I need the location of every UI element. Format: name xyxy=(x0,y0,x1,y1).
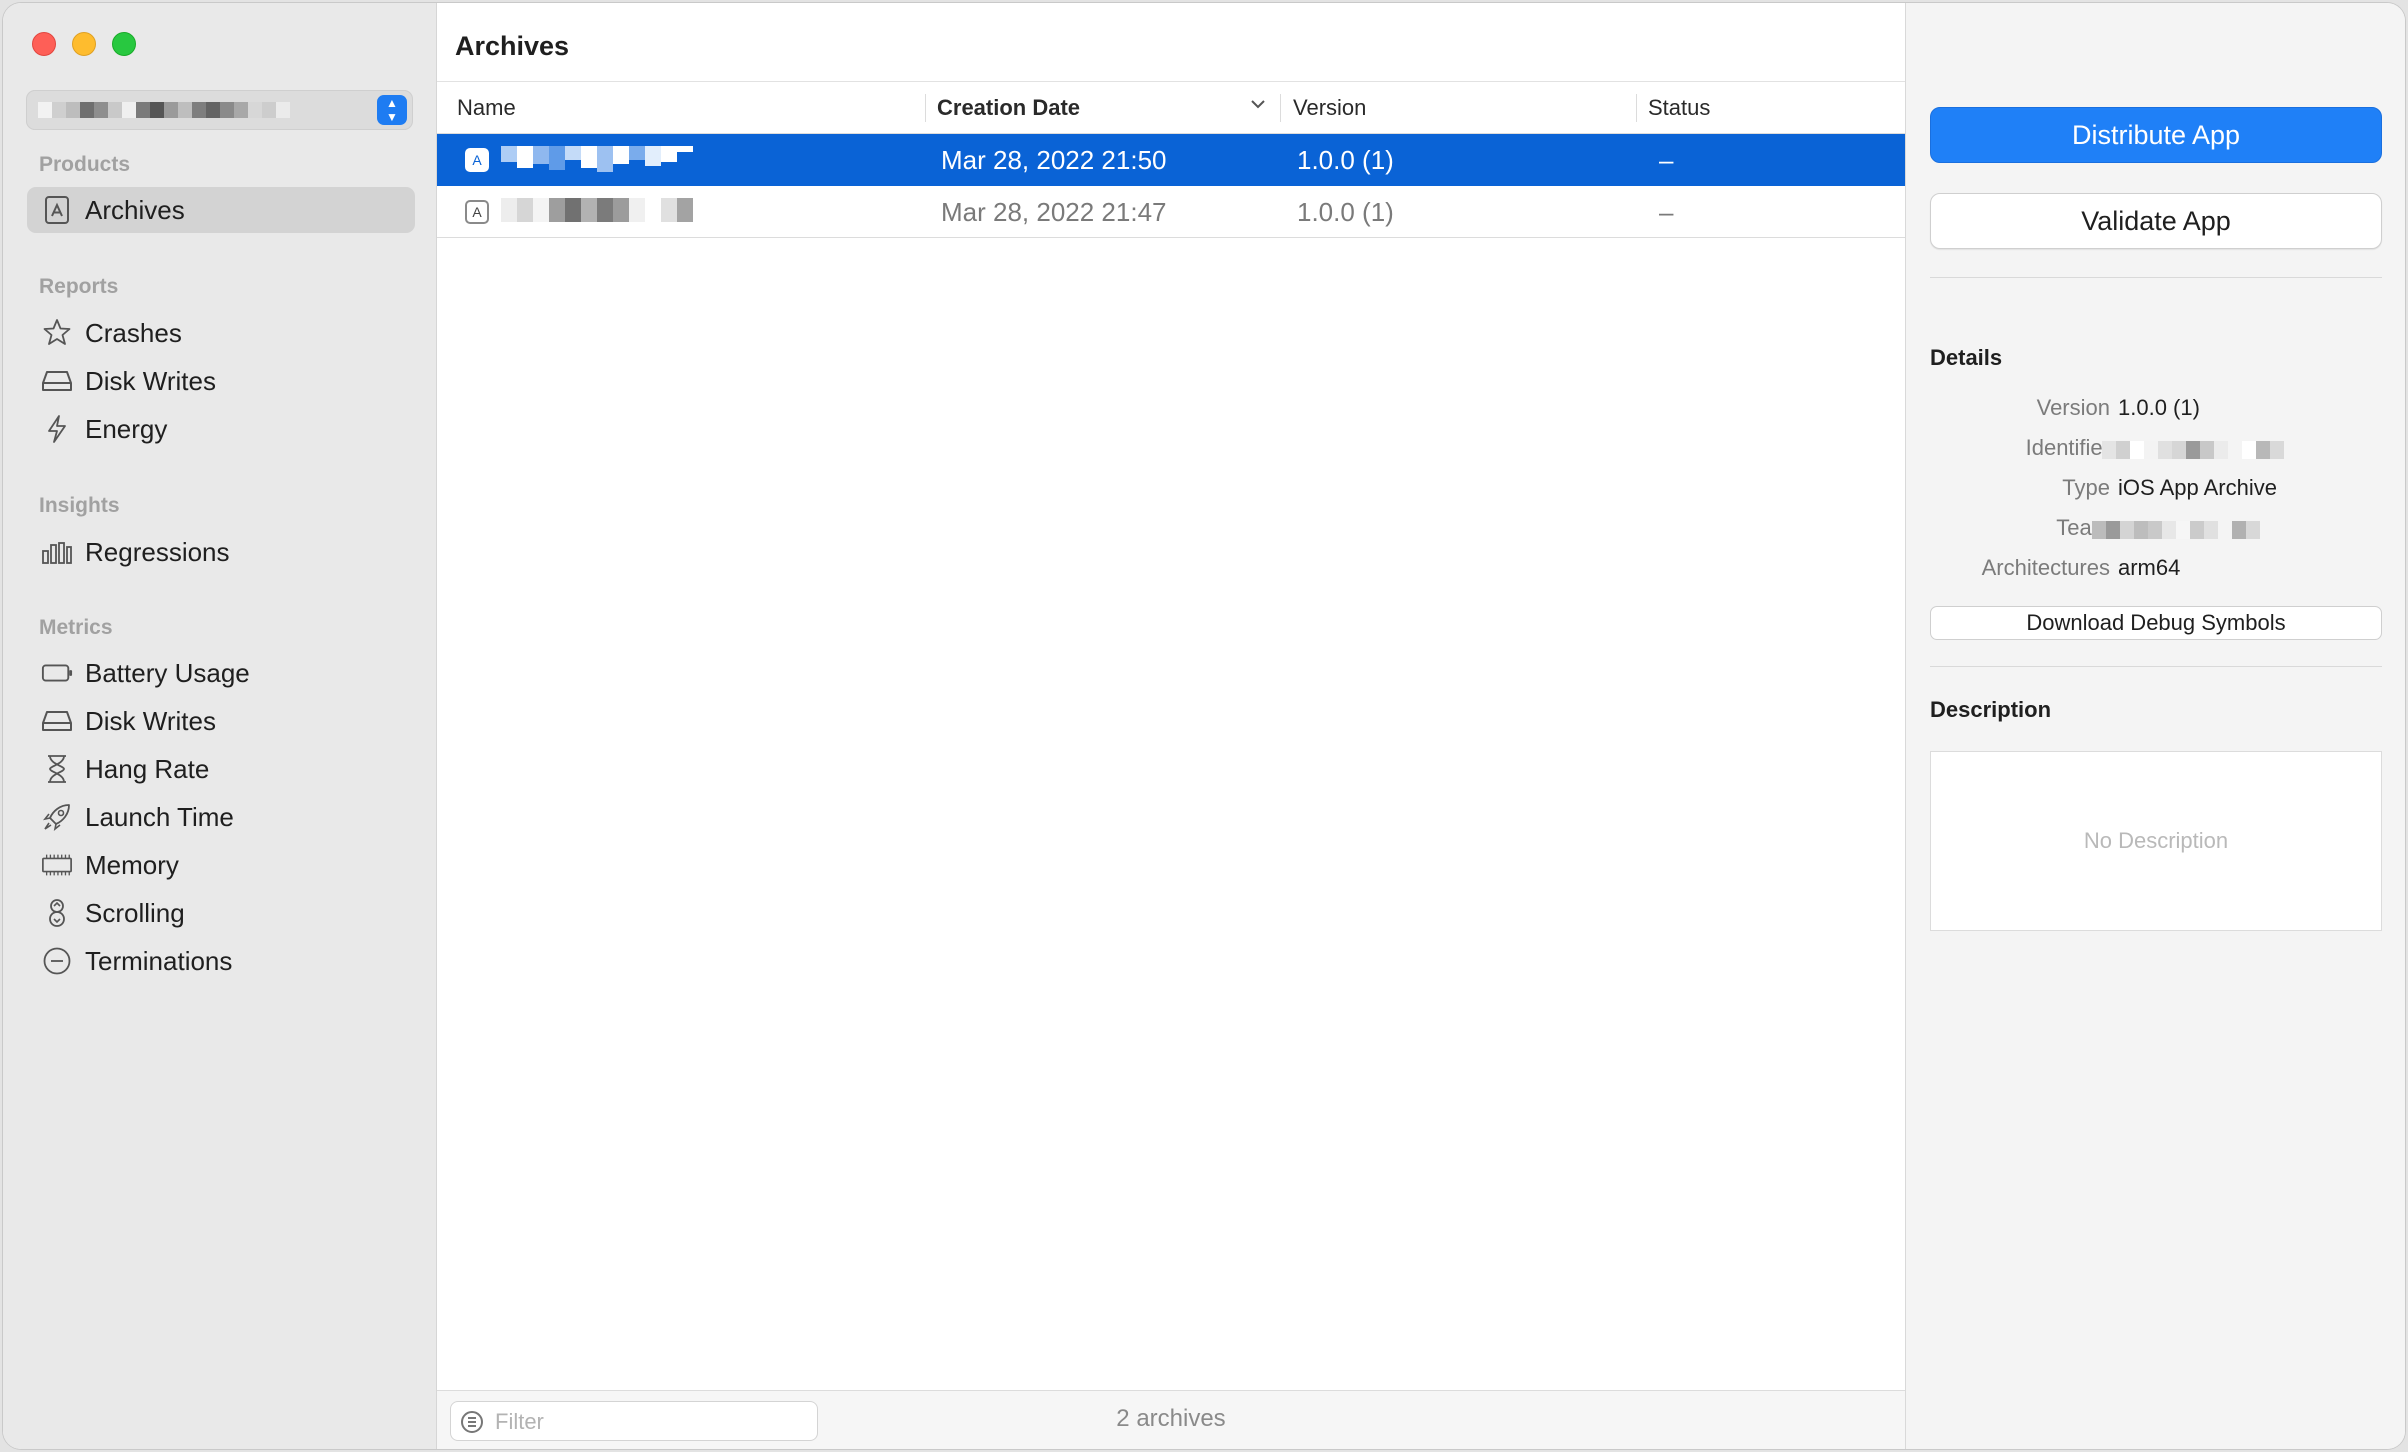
sidebar-item-energy[interactable]: Energy xyxy=(27,406,415,452)
creation-date-cell: Mar 28, 2022 21:50 xyxy=(941,144,1167,175)
detail-version: Version 1.0.0 (1) xyxy=(1906,395,2405,429)
status-cell: – xyxy=(1659,196,1674,227)
sidebar-item-hang-rate[interactable]: Hang Rate xyxy=(27,746,415,792)
table-row[interactable]: A Mar 28, 2022 21:47 1.0.0 (1) – xyxy=(437,186,1905,238)
bar-chart-icon xyxy=(41,536,73,568)
sidebar-item-battery-usage[interactable]: Battery Usage xyxy=(27,650,415,696)
chevron-up-down-icon[interactable]: ▲ ▼ xyxy=(377,95,407,125)
column-header-creation-date[interactable]: Creation Date xyxy=(937,82,1080,134)
redacted-archive-name xyxy=(501,146,693,174)
sidebar-item-disk-writes-report[interactable]: Disk Writes xyxy=(27,358,415,404)
redacted-team xyxy=(2092,521,2260,539)
close-window-button[interactable] xyxy=(32,32,56,56)
sidebar-item-label: Disk Writes xyxy=(85,705,216,736)
divider xyxy=(1930,666,2382,667)
sidebar-item-label: Archives xyxy=(85,194,185,225)
distribute-app-button[interactable]: Distribute App xyxy=(1930,107,2382,163)
battery-icon xyxy=(41,657,73,689)
page-title: Archives xyxy=(455,31,570,61)
description-heading: Description xyxy=(1930,697,2052,722)
app-archive-icon: A xyxy=(465,148,489,172)
scroll-gesture-icon xyxy=(41,897,73,929)
list-footer: 2 archives xyxy=(437,1390,1905,1449)
archives-list-pane: Archives Name Creation Date Version Stat… xyxy=(437,3,1905,1449)
version-cell: 1.0.0 (1) xyxy=(1297,196,1394,227)
column-separator[interactable] xyxy=(1280,94,1281,122)
inspector-pane: Distribute App Validate App Details Vers… xyxy=(1905,3,2405,1449)
detail-label: Version xyxy=(2036,395,2110,420)
detail-label: Type xyxy=(2062,475,2110,500)
detail-architectures: Architectures arm64 xyxy=(1906,555,2405,589)
column-separator[interactable] xyxy=(925,94,926,122)
table-header: Name Creation Date Version Status xyxy=(437,81,1905,134)
sidebar-item-archives[interactable]: Archives xyxy=(27,187,415,233)
sidebar-item-label: Energy xyxy=(85,413,168,444)
divider xyxy=(1930,277,2382,278)
memory-chip-icon xyxy=(41,849,73,881)
drive-icon xyxy=(41,365,73,397)
column-header-status[interactable]: Status xyxy=(1648,82,1710,134)
detail-label: Identifier xyxy=(2025,435,2110,460)
archive-box-icon xyxy=(41,194,73,226)
app-picker[interactable]: ▲ ▼ xyxy=(26,90,413,130)
download-debug-symbols-button[interactable]: Download Debug Symbols xyxy=(1930,606,2382,640)
sidebar-item-label: Battery Usage xyxy=(85,657,250,688)
creation-date-cell: Mar 28, 2022 21:47 xyxy=(941,196,1167,227)
redacted-archive-name xyxy=(501,198,693,226)
version-cell: 1.0.0 (1) xyxy=(1297,144,1394,175)
drive-icon xyxy=(41,705,73,737)
section-title-reports: Reports xyxy=(39,275,119,298)
sidebar-item-crashes[interactable]: Crashes xyxy=(27,310,415,356)
window-controls xyxy=(32,32,136,56)
sidebar-item-label: Terminations xyxy=(85,945,233,976)
redacted-identifier xyxy=(2102,441,2284,459)
sidebar-item-label: Launch Time xyxy=(85,801,234,832)
app-archive-icon: A xyxy=(465,200,489,224)
sidebar-item-launch-time[interactable]: Launch Time xyxy=(27,794,415,840)
sidebar-item-disk-writes-metric[interactable]: Disk Writes xyxy=(27,698,415,744)
detail-value: arm64 xyxy=(2118,555,2181,580)
sidebar-item-label: Disk Writes xyxy=(85,365,216,396)
validate-app-button[interactable]: Validate App xyxy=(1930,193,2382,249)
sidebar-item-regressions[interactable]: Regressions xyxy=(27,529,415,575)
detail-value: 1.0.0 (1) xyxy=(2118,395,2200,420)
column-header-name[interactable]: Name xyxy=(457,82,516,134)
sidebar-item-terminations[interactable]: Terminations xyxy=(27,938,415,984)
bolt-icon xyxy=(41,413,73,445)
sidebar-item-label: Memory xyxy=(85,849,179,880)
detail-team: Team xyxy=(1906,515,2405,549)
sidebar-item-label: Scrolling xyxy=(85,897,185,928)
details-heading: Details xyxy=(1930,345,2003,370)
rocket-icon xyxy=(41,801,73,833)
star-burst-icon xyxy=(41,317,73,349)
redacted-app-name xyxy=(38,102,290,118)
sidebar-item-scrolling[interactable]: Scrolling xyxy=(27,890,415,936)
table-row[interactable]: A Mar 28, 2022 21:50 1.0.0 (1) – xyxy=(437,134,1905,186)
detail-type: Type iOS App Archive xyxy=(1906,475,2405,509)
status-cell: – xyxy=(1659,144,1674,175)
description-field[interactable]: No Description xyxy=(1930,751,2382,931)
section-title-insights: Insights xyxy=(39,494,120,517)
column-header-version[interactable]: Version xyxy=(1293,82,1366,134)
sidebar-item-label: Crashes xyxy=(85,317,182,348)
section-title-metrics: Metrics xyxy=(39,616,113,639)
description-placeholder: No Description xyxy=(2083,828,2229,853)
detail-value: iOS App Archive xyxy=(2118,475,2277,500)
section-title-products: Products xyxy=(39,153,131,176)
sidebar-item-label: Regressions xyxy=(85,536,230,567)
hourglass-icon xyxy=(41,753,73,785)
detail-identifier: Identifier xyxy=(1906,435,2405,469)
chevron-down-icon xyxy=(1250,96,1266,114)
archive-count: 2 archives xyxy=(1116,1405,1226,1432)
organizer-window: ▲ ▼ Products Archives Reports Crashes Dis… xyxy=(3,3,2405,1449)
sidebar-item-memory[interactable]: Memory xyxy=(27,842,415,888)
minimize-window-button[interactable] xyxy=(72,32,96,56)
zoom-window-button[interactable] xyxy=(112,32,136,56)
detail-label: Architectures xyxy=(1981,555,2110,580)
sidebar-item-label: Hang Rate xyxy=(85,753,210,784)
sidebar: ▲ ▼ Products Archives Reports Crashes Dis… xyxy=(3,3,437,1449)
minus-circle-icon xyxy=(41,945,73,977)
column-separator[interactable] xyxy=(1636,94,1637,122)
